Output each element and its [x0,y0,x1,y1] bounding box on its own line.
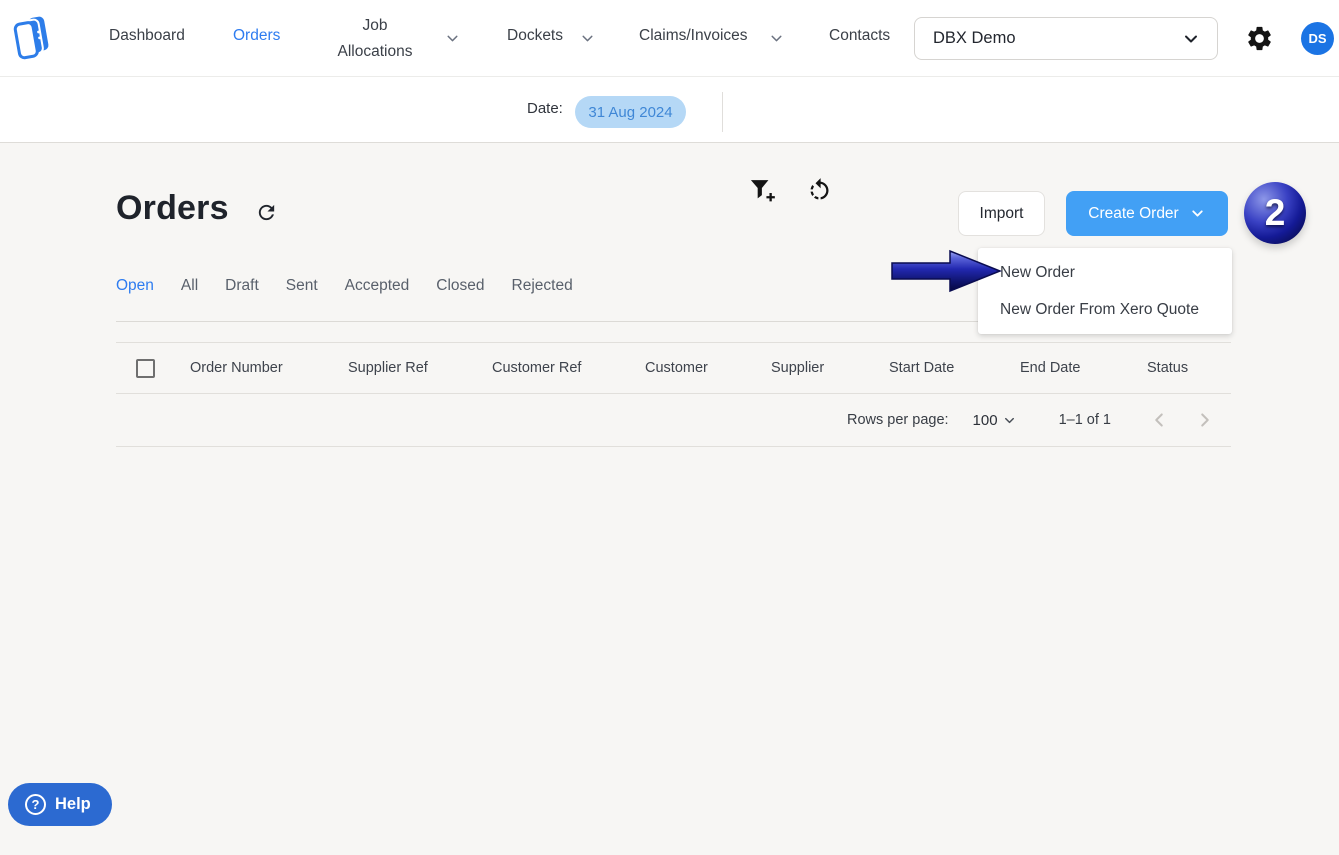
filter-add-icon[interactable] [748,176,776,204]
create-order-menu: New Order New Order From Xero Quote [978,248,1232,334]
chevron-right-icon [1194,409,1216,431]
column-header-start-date: Start Date [889,360,954,376]
question-mark-icon: ? [25,794,46,815]
menu-item-new-order[interactable]: New Order [978,254,1232,291]
create-order-button-label: Create Order [1088,205,1178,223]
tab-accepted[interactable]: Accepted [345,277,410,295]
gear-icon[interactable] [1245,24,1274,53]
pagination-bar: Rows per page: 100 1–1 of 1 [116,394,1231,447]
reset-filters-icon[interactable] [806,177,833,204]
import-button[interactable]: Import [958,191,1045,236]
tab-open[interactable]: Open [116,277,154,295]
menu-item-new-order-from-xero-quote[interactable]: New Order From Xero Quote [978,291,1232,328]
previous-page-button[interactable] [1147,408,1171,432]
date-filter-chip[interactable]: 31 Aug 2024 [575,96,686,128]
date-filter-label: Date: [527,100,563,117]
status-tabs: Open All Draft Sent Accepted Closed Reje… [116,277,573,295]
user-avatar[interactable]: DS [1301,22,1334,55]
refresh-icon[interactable] [255,201,278,224]
nav-item-job-allocations[interactable]: Job Allocations [330,13,420,65]
help-button-label: Help [55,795,91,814]
column-header-customer: Customer [645,360,708,376]
chevron-down-icon [768,30,785,47]
chevron-down-icon [444,30,461,47]
tab-sent[interactable]: Sent [286,277,318,295]
nav-item-orders[interactable]: Orders [233,27,280,45]
rows-per-page-label: Rows per page: [847,412,949,428]
column-header-end-date: End Date [1020,360,1080,376]
tab-all[interactable]: All [181,277,198,295]
orders-table-header-row: Order Number Supplier Ref Customer Ref C… [116,342,1231,394]
help-button[interactable]: ? Help [8,783,112,826]
nav-item-dockets[interactable]: Dockets [507,27,563,45]
column-header-customer-ref: Customer Ref [492,360,581,376]
next-page-button[interactable] [1193,408,1217,432]
select-all-checkbox[interactable] [136,359,155,378]
create-order-button[interactable]: Create Order [1066,191,1228,236]
tab-closed[interactable]: Closed [436,277,484,295]
organisation-selector[interactable]: DBX Demo [914,17,1218,60]
rows-per-page-value: 100 [973,412,998,429]
chevron-down-icon [1181,29,1201,49]
chevron-down-icon [579,30,596,47]
annotation-step-badge: 2 [1244,182,1306,244]
column-header-status: Status [1147,360,1188,376]
tab-rejected[interactable]: Rejected [512,277,573,295]
top-navigation-bar: Dashboard Orders Job Allocations Dockets… [0,0,1339,77]
orders-table: Order Number Supplier Ref Customer Ref C… [116,342,1231,447]
chevron-down-icon [1189,205,1206,222]
column-header-supplier: Supplier [771,360,824,376]
nav-item-claims-invoices[interactable]: Claims/Invoices [639,27,748,45]
rows-per-page-select[interactable]: 100 [973,412,1017,429]
page-title: Orders [116,189,229,228]
column-header-supplier-ref: Supplier Ref [348,360,428,376]
chevron-down-icon [1002,413,1017,428]
filter-bar-divider [722,92,723,132]
docketbook-logo-icon[interactable] [12,15,54,61]
app-window: Dashboard Orders Job Allocations Dockets… [0,0,1339,855]
organisation-selector-value: DBX Demo [933,29,1181,48]
tab-draft[interactable]: Draft [225,277,259,295]
nav-item-contacts[interactable]: Contacts [829,27,890,45]
column-header-order-number: Order Number [190,360,283,376]
filter-bar: Date: 31 Aug 2024 [0,77,1339,143]
pagination-range-text: 1–1 of 1 [1059,412,1111,428]
chevron-left-icon [1148,409,1170,431]
nav-item-dashboard[interactable]: Dashboard [109,27,185,45]
